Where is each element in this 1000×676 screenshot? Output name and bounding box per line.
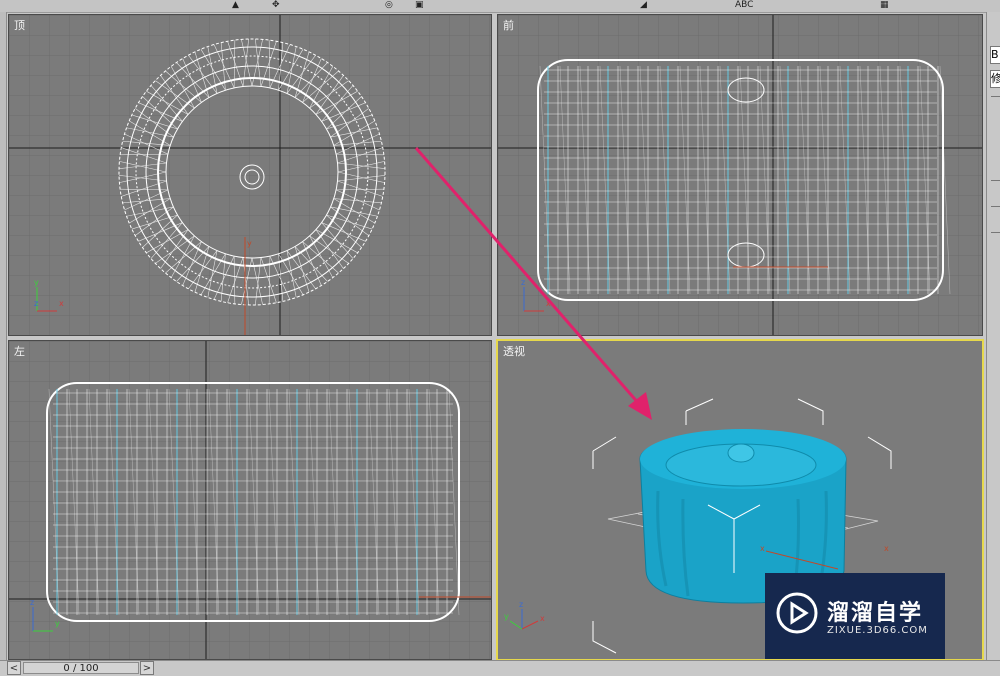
viewport-left-label[interactable]: 左 <box>14 343 25 359</box>
prev-frame-button[interactable]: < <box>7 661 21 675</box>
next-frame-button[interactable]: > <box>140 661 154 675</box>
svg-text:y: y <box>55 619 60 628</box>
panel-divider <box>991 96 1000 97</box>
move-icon[interactable]: ✥ <box>272 0 280 10</box>
svg-text:z: z <box>521 278 525 287</box>
axis-gizmo-perspective: z x y <box>504 600 545 630</box>
command-strip <box>0 12 7 660</box>
watermark-title: 溜溜自学 <box>827 601 924 626</box>
command-panel: B 修 <box>986 12 1000 660</box>
watermark-logo: 溜溜自学 ZIXUE.3D66.COM <box>765 573 945 659</box>
play-logo-icon <box>776 592 818 634</box>
text-tool-button[interactable]: ABC <box>735 0 753 10</box>
front-view-canvas: z x <box>498 15 982 335</box>
svg-text:y: y <box>504 612 509 621</box>
panel-divider <box>991 232 1000 233</box>
modifier-list-field[interactable]: 修 <box>990 70 1000 88</box>
viewport-front-label[interactable]: 前 <box>503 17 514 33</box>
top-view-canvas: y y x z <box>9 15 491 335</box>
viewport-top[interactable]: 顶 y y x z <box>8 14 492 336</box>
viewport-top-label[interactable]: 顶 <box>14 17 25 33</box>
time-slider[interactable]: 0 / 100 <box>23 662 139 674</box>
svg-text:x: x <box>540 614 545 623</box>
svg-text:z: z <box>519 600 523 609</box>
svg-text:y: y <box>34 278 39 287</box>
svg-text:z: z <box>34 299 38 308</box>
scale-icon[interactable]: ▣ <box>415 0 424 10</box>
svg-text:x: x <box>884 544 889 553</box>
timeline-bar: < 0 / 100 > <box>0 660 1000 676</box>
panel-divider <box>991 180 1000 181</box>
main-toolbar: ▲ ✥ ◎ ▣ ◢ ABC ▦ <box>0 0 1000 13</box>
snap-icon[interactable]: ◢ <box>640 0 647 10</box>
viewport-front[interactable]: 前 z x <box>497 14 983 336</box>
watermark-url: ZIXUE.3D66.COM <box>827 625 928 636</box>
select-icon[interactable]: ▲ <box>232 0 239 10</box>
object-name-field[interactable]: B <box>990 46 1000 64</box>
viewport-perspective-label[interactable]: 透视 <box>503 343 525 359</box>
left-view-canvas: z y <box>9 341 491 659</box>
svg-text:x: x <box>546 299 551 308</box>
svg-text:z: z <box>30 598 34 607</box>
svg-text:x: x <box>59 299 64 308</box>
frame-counter: 0 / 100 <box>63 663 99 674</box>
viewport-left[interactable]: 左 z y <box>8 340 492 660</box>
panel-divider <box>991 206 1000 207</box>
render-icon[interactable]: ▦ <box>880 0 889 10</box>
svg-text:x: x <box>760 544 765 553</box>
rotate-icon[interactable]: ◎ <box>385 0 393 10</box>
svg-text:y: y <box>247 239 252 248</box>
